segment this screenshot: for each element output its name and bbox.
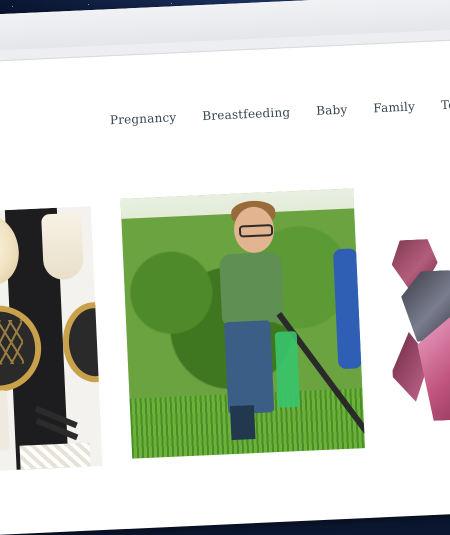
glasses-icon: [238, 224, 274, 238]
article-card-gemstones[interactable]: [384, 177, 450, 443]
nav-item-baby[interactable]: Baby: [316, 103, 348, 118]
second-child: [332, 248, 363, 370]
article-card-party-table[interactable]: [0, 206, 103, 472]
boy-jeans: [224, 320, 275, 415]
gold-rim-plate: [61, 300, 103, 384]
cup: [0, 390, 10, 452]
hexagon-pattern: [0, 319, 24, 367]
nav-item-breastfeeding[interactable]: Breastfeeding: [202, 105, 291, 123]
nav-item-toddler[interactable]: Toddler: [441, 96, 450, 112]
patterned-napkin: [19, 442, 91, 472]
glass: [41, 212, 85, 281]
boy-shirt: [219, 251, 285, 325]
nav-item-pregnancy[interactable]: Pregnancy: [110, 110, 177, 127]
green-bag: [274, 331, 301, 408]
browser-window: Pregnancy Breastfeeding Baby Family Todd…: [0, 0, 450, 535]
article-card-boy-litter-picking[interactable]: [120, 188, 366, 459]
nav-item-family[interactable]: Family: [373, 99, 415, 115]
boot: [229, 405, 256, 441]
main-nav: Pregnancy Breastfeeding Baby Family Todd…: [110, 95, 450, 127]
